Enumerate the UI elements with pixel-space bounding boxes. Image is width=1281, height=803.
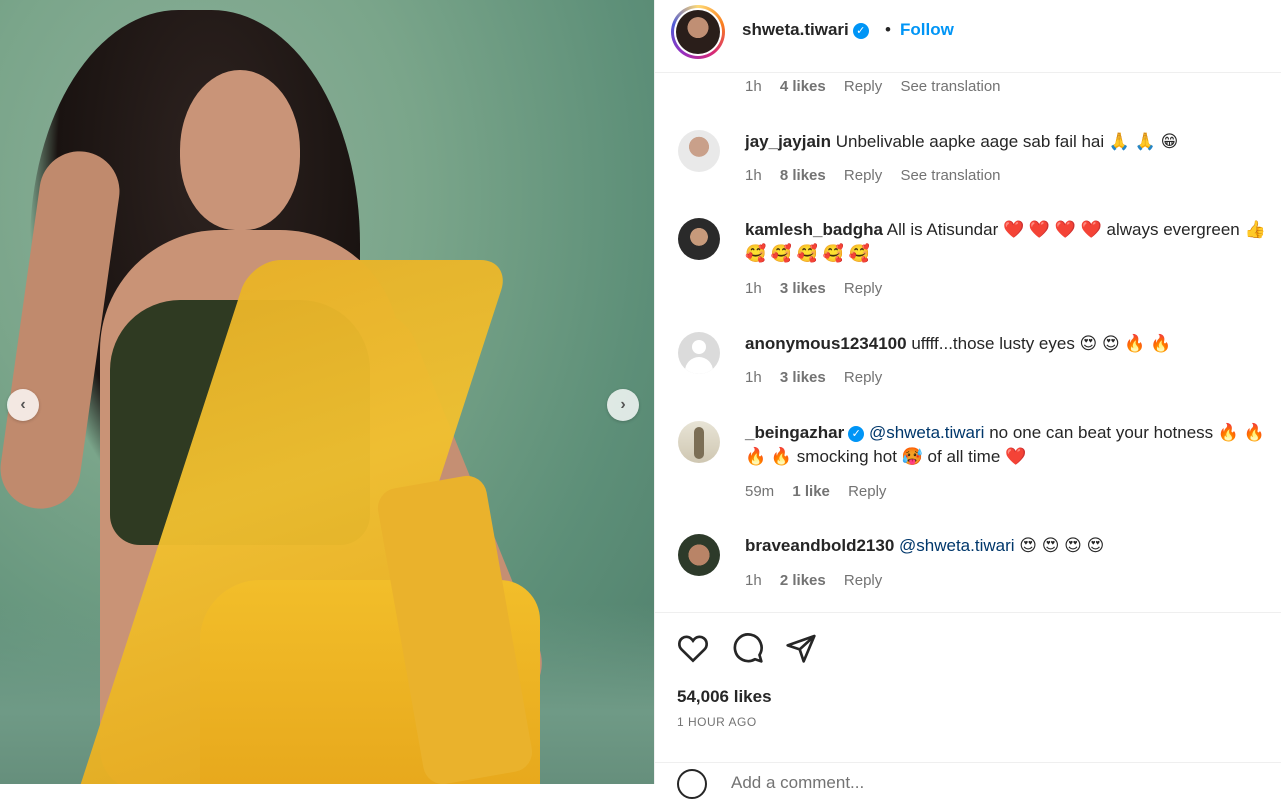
list-item: jay_jayjain Unbelivable aapke aage sab f… bbox=[745, 130, 1275, 154]
see-translation-button[interactable]: See translation bbox=[900, 167, 1000, 184]
author-username[interactable]: shweta.tiwari ✓ bbox=[742, 20, 869, 40]
list-item: anonymous1234100 uffff...those lusty eye… bbox=[745, 332, 1275, 356]
reply-button[interactable]: Reply bbox=[844, 280, 882, 297]
comment-meta: 1h 4 likes Reply See translation bbox=[745, 78, 1001, 95]
comment-input[interactable]: Add a comment... bbox=[731, 773, 864, 793]
comment-icon[interactable] bbox=[730, 630, 766, 666]
likes-count[interactable]: 3 likes bbox=[780, 369, 826, 386]
comment-username[interactable]: kamlesh_badgha bbox=[745, 220, 883, 239]
list-item: _beingazhar ✓ @shweta.tiwari no one can b… bbox=[745, 421, 1275, 469]
avatar[interactable] bbox=[678, 218, 720, 260]
avatar[interactable] bbox=[678, 534, 720, 576]
likes-count[interactable]: 2 likes bbox=[780, 572, 826, 589]
post-panel: shweta.tiwari ✓ • Follow 1h 4 likes Reply… bbox=[654, 0, 1281, 799]
author-avatar[interactable] bbox=[671, 5, 725, 59]
list-item: kamlesh_badgha All is Atisundar ❤️ ❤️ ❤️… bbox=[745, 218, 1275, 266]
chevron-left-icon[interactable]: ‹ bbox=[7, 389, 39, 421]
likes-count[interactable]: 54,006 likes bbox=[677, 687, 772, 707]
mention-link[interactable]: @shweta.tiwari bbox=[869, 423, 985, 442]
likes-count[interactable]: 3 likes bbox=[780, 280, 826, 297]
chevron-right-icon[interactable]: › bbox=[607, 389, 639, 421]
comment-meta: 1h 2 likes Reply bbox=[745, 572, 883, 589]
heart-icon[interactable] bbox=[675, 630, 711, 666]
comments-list[interactable]: 1h 4 likes Reply See translation jay_jay… bbox=[655, 72, 1281, 613]
see-translation-button[interactable]: See translation bbox=[900, 78, 1000, 95]
comment-text: uffff...those lusty eyes 😍 😍 🔥 🔥 bbox=[911, 334, 1172, 353]
comment-username[interactable]: _beingazhar bbox=[745, 423, 844, 442]
likes-count[interactable]: 1 like bbox=[792, 483, 830, 500]
post-actions: 54,006 likes 1 HOUR AGO Add a comment... bbox=[655, 612, 1281, 799]
comment-username[interactable]: anonymous1234100 bbox=[745, 334, 907, 353]
comment-meta: 59m 1 like Reply bbox=[745, 483, 887, 500]
comment-username[interactable]: braveandbold2130 bbox=[745, 536, 894, 555]
image-face bbox=[180, 70, 300, 230]
verified-icon: ✓ bbox=[852, 23, 869, 39]
comment-meta: 1h 8 likes Reply See translation bbox=[745, 167, 1001, 184]
reply-button[interactable]: Reply bbox=[844, 369, 882, 386]
verified-icon: ✓ bbox=[848, 426, 865, 442]
likes-count[interactable]: 8 likes bbox=[780, 167, 826, 184]
share-icon[interactable] bbox=[783, 630, 819, 666]
reply-button[interactable]: Reply bbox=[844, 572, 882, 589]
reply-button[interactable]: Reply bbox=[844, 167, 882, 184]
list-item: braveandbold2130 @shweta.tiwari 😍 😍 😍 😍 bbox=[745, 534, 1275, 558]
post-header: shweta.tiwari ✓ • Follow bbox=[655, 0, 1281, 73]
comment-meta: 1h 3 likes Reply bbox=[745, 369, 883, 386]
comment-meta: 1h 3 likes Reply bbox=[745, 280, 883, 297]
add-comment-bar[interactable]: Add a comment... bbox=[655, 762, 1281, 803]
avatar[interactable] bbox=[678, 130, 720, 172]
mention-link[interactable]: @shweta.tiwari bbox=[899, 536, 1015, 555]
comment-username[interactable]: jay_jayjain bbox=[745, 132, 831, 151]
next-glyph: › bbox=[620, 396, 626, 413]
post-time: 1 HOUR AGO bbox=[677, 715, 757, 729]
comment-text: 😍 😍 😍 😍 bbox=[1019, 536, 1105, 555]
reply-button[interactable]: Reply bbox=[848, 483, 886, 500]
post-image[interactable]: ‹ › bbox=[0, 0, 654, 784]
comment-text: Unbelivable aapke aage sab fail hai 🙏 🙏 … bbox=[835, 132, 1179, 151]
header-dot: • bbox=[885, 20, 891, 39]
prev-glyph: ‹ bbox=[20, 396, 26, 413]
reply-button[interactable]: Reply bbox=[844, 78, 882, 95]
avatar[interactable] bbox=[678, 332, 720, 374]
likes-count[interactable]: 4 likes bbox=[780, 78, 826, 95]
emoji-icon[interactable] bbox=[677, 769, 707, 799]
follow-button[interactable]: Follow bbox=[900, 20, 954, 40]
avatar[interactable] bbox=[678, 421, 720, 463]
